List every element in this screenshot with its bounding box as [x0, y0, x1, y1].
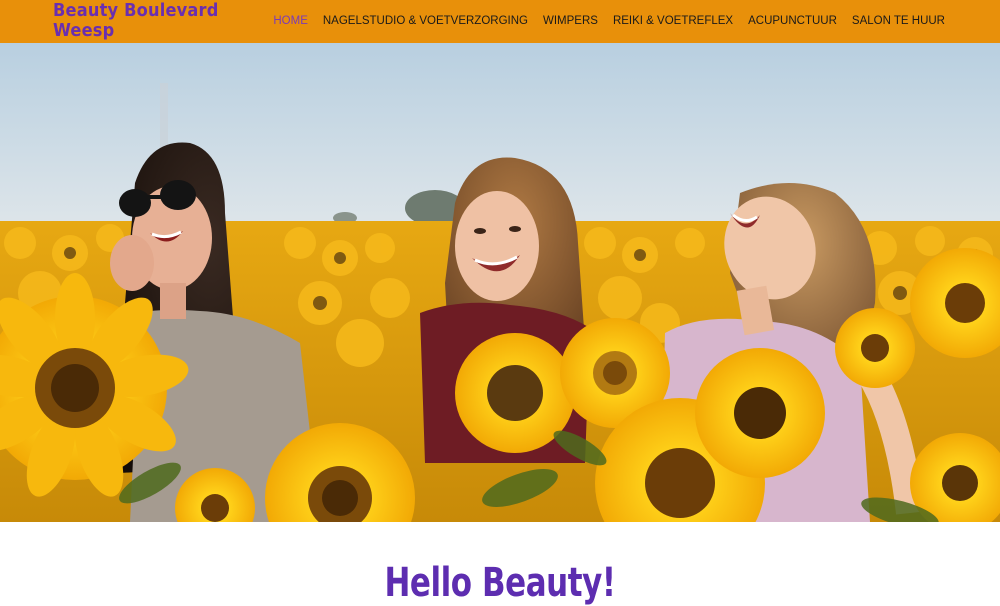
hero-image [0, 43, 1000, 522]
nav-item-salon-te-huur[interactable]: SALON TE HUUR [852, 15, 945, 27]
nav-item-home[interactable]: HOME [273, 15, 308, 27]
hero-headline: Hello Beauty! [384, 560, 616, 606]
nav-item-wimpers[interactable]: WIMPERS [543, 15, 598, 27]
nav-item-reiki[interactable]: REIKI & VOETREFLEX [613, 15, 733, 27]
hero-photo-illustration [0, 43, 1000, 522]
nav-item-nagelstudio[interactable]: NAGELSTUDIO & VOETVERZORGING [323, 15, 528, 27]
top-header-bar: Beauty Boulevard Weesp HOME NAGELSTUDIO … [0, 0, 1000, 43]
main-navigation: HOME NAGELSTUDIO & VOETVERZORGING WIMPER… [258, 0, 945, 43]
site-logo[interactable]: Beauty Boulevard Weesp [53, 1, 243, 41]
nav-item-acupunctuur[interactable]: ACUPUNCTUUR [748, 15, 837, 27]
